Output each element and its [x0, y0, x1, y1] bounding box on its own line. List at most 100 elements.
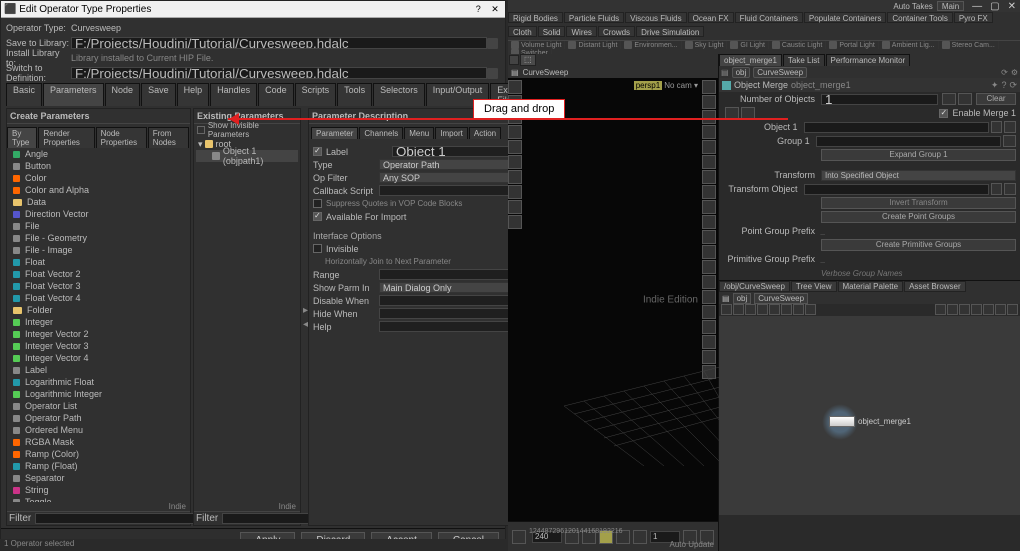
enable-merge-checkbox[interactable]	[939, 109, 948, 118]
shelf-tool-environmen-[interactable]: Environmen...	[621, 41, 681, 49]
vp-disp-10[interactable]	[702, 215, 716, 229]
shelf-tool-portal-light[interactable]: Portal Light	[826, 41, 878, 49]
param-type-float-vector-4[interactable]: Float Vector 4	[7, 292, 190, 304]
net-bc-obj[interactable]: obj	[733, 293, 752, 304]
viewport-bc-path[interactable]: CurveSweep	[523, 68, 569, 77]
shelf-tool-caustic-light[interactable]: Caustic Light	[769, 41, 826, 49]
pd-tab-menu[interactable]: Menu	[404, 127, 434, 139]
vp-tool-render[interactable]	[508, 215, 522, 229]
shelf-tab-rigid-bodies[interactable]: Rigid Bodies	[508, 12, 563, 23]
net-tool-r3[interactable]	[959, 304, 970, 315]
suppress-checkbox[interactable]	[313, 199, 322, 208]
shelf-tab-container-tools[interactable]: Container Tools	[887, 12, 952, 23]
vp-disp-3[interactable]	[702, 110, 716, 124]
pp-bc-tool-1[interactable]: ⟳	[1001, 68, 1008, 77]
param-type-integer-vector-2[interactable]: Integer Vector 2	[7, 328, 190, 340]
net-tool-1[interactable]	[721, 304, 732, 315]
net-bc-cs[interactable]: CurveSweep	[754, 293, 808, 304]
vp-tool-scale[interactable]	[508, 140, 522, 154]
params-gear-icon[interactable]: ✦	[991, 80, 999, 91]
main-tab-selectors[interactable]: Selectors	[373, 83, 425, 106]
param-type-operator-list[interactable]: Operator List	[7, 400, 190, 412]
main-tab-code[interactable]: Code	[258, 83, 294, 106]
param-type-file---image[interactable]: File - Image	[7, 244, 190, 256]
group1-input[interactable]	[816, 136, 1001, 147]
param-type-ramp-float-[interactable]: Ramp (Float)	[7, 460, 190, 472]
vp-tool-snap[interactable]	[508, 185, 522, 199]
shelf-tab-fluid-containers[interactable]: Fluid Containers	[735, 12, 803, 23]
cp-tab-render-properties[interactable]: Render Properties	[38, 127, 94, 148]
main-tab-help[interactable]: Help	[177, 83, 210, 106]
shelf-tab-cloth[interactable]: Cloth	[508, 26, 537, 37]
vp-disp-8[interactable]	[702, 185, 716, 199]
param-type-operator-path[interactable]: Operator Path	[7, 412, 190, 424]
shelf-tab-populate-containers[interactable]: Populate Containers	[804, 12, 887, 23]
net-tool-7[interactable]	[793, 304, 804, 315]
transformobject-chooser-icon[interactable]	[1004, 183, 1016, 195]
vp-disp-2[interactable]	[702, 95, 716, 109]
net-tool-3[interactable]	[745, 304, 756, 315]
param-type-button[interactable]: Button	[7, 160, 190, 172]
main-tab-basic[interactable]: Basic	[6, 83, 42, 106]
create-pointgroups-button[interactable]: Create Point Groups	[821, 211, 1016, 223]
shelf-tool-distant-light[interactable]: Distant Light	[565, 41, 621, 49]
params-help-icon[interactable]: ?	[1001, 80, 1006, 90]
pp-bc-cs[interactable]: CurveSweep	[753, 67, 807, 78]
shelf-tab-crowds[interactable]: Crowds	[598, 26, 635, 37]
numobjects-plus-icon[interactable]	[942, 93, 956, 105]
pp-bc-obj[interactable]: obj	[732, 67, 751, 78]
switch-to-input[interactable]	[71, 67, 487, 79]
viewport-tab-active[interactable]: ⬚	[520, 54, 536, 66]
shelf-tab-pyro-fx[interactable]: Pyro FX	[954, 12, 993, 23]
net-tab-tree-view[interactable]: Tree View	[791, 281, 837, 292]
net-tool-6[interactable]	[781, 304, 792, 315]
shelf-tab-solid[interactable]: Solid	[538, 26, 566, 37]
main-tab-tools[interactable]: Tools	[337, 83, 372, 106]
param-type-color[interactable]: Color	[7, 172, 190, 184]
vp-disp-1[interactable]	[702, 80, 716, 94]
pp-tab-object-merge1[interactable]: object_merge1	[719, 54, 782, 66]
net-tab-material-palette[interactable]: Material Palette	[838, 281, 904, 292]
object1-chooser-icon[interactable]	[1004, 121, 1016, 133]
net-tab-asset-browser[interactable]: Asset Browser	[904, 281, 966, 292]
param-type-logarithmic-integer[interactable]: Logarithmic Integer	[7, 388, 190, 400]
param-type-float-vector-2[interactable]: Float Vector 2	[7, 268, 190, 280]
clear-button[interactable]: Clear	[976, 93, 1016, 105]
vp-disp-15[interactable]	[702, 290, 716, 304]
pd-tab-action[interactable]: Action	[469, 127, 501, 139]
transform-dropdown[interactable]: Into Specified Object	[821, 170, 1016, 181]
vp-tool-brush[interactable]	[508, 170, 522, 184]
pp-tab-performance-monitor[interactable]: Performance Monitor	[826, 54, 911, 66]
viewport-tab-plus-icon[interactable]	[509, 55, 519, 65]
param-type-string[interactable]: String	[7, 484, 190, 496]
viewport-canvas[interactable]: persp1No cam ▾ Indie Edition	[524, 78, 702, 521]
transformobject-input[interactable]	[804, 184, 989, 195]
param-type-data[interactable]: Data	[7, 196, 190, 208]
vp-disp-11[interactable]	[702, 230, 716, 244]
close-icon[interactable]: ✕	[488, 4, 502, 15]
main-tab-handles[interactable]: Handles	[210, 83, 257, 106]
main-tab-node[interactable]: Node	[105, 83, 141, 106]
vp-disp-13[interactable]	[702, 260, 716, 274]
param-type-angle[interactable]: Angle	[7, 148, 190, 160]
auto-update-label[interactable]: Auto Update	[670, 540, 714, 549]
transformobject-oppath-icon[interactable]	[991, 183, 1003, 195]
vp-disp-14[interactable]	[702, 275, 716, 289]
help-icon[interactable]: ?	[471, 4, 485, 14]
net-tool-r5[interactable]	[983, 304, 994, 315]
vp-tool-handles[interactable]	[508, 155, 522, 169]
create-primgroups-button[interactable]: Create Primitive Groups	[821, 239, 1016, 251]
vp-disp-4[interactable]	[702, 125, 716, 139]
shelf-tool-gi-light[interactable]: GI Light	[727, 41, 769, 49]
vp-disp-17[interactable]	[702, 320, 716, 334]
vp-disp-5[interactable]	[702, 140, 716, 154]
vp-disp-16[interactable]	[702, 305, 716, 319]
window-close-icon[interactable]: ✕	[1004, 1, 1020, 12]
vp-tool-rotate[interactable]	[508, 125, 522, 139]
param-type-rgba-mask[interactable]: RGBA Mask	[7, 436, 190, 448]
net-tool-r6[interactable]	[995, 304, 1006, 315]
net-tool-8[interactable]	[805, 304, 816, 315]
main-tab-scripts[interactable]: Scripts	[295, 83, 337, 106]
maximize-icon[interactable]: ▢	[986, 1, 1003, 12]
params-refresh-icon[interactable]: ⟳	[1009, 80, 1017, 91]
